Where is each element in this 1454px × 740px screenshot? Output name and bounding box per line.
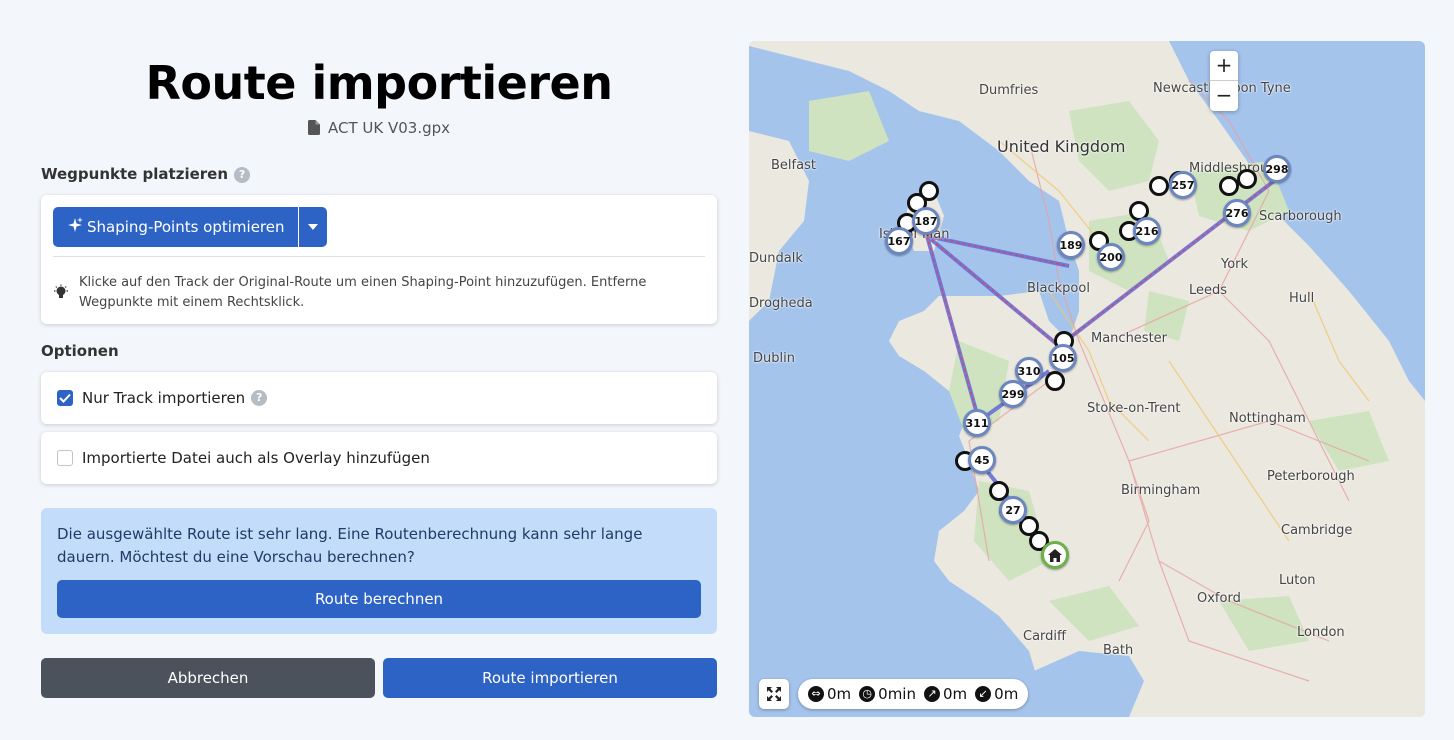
- map-place-label: Hull: [1289, 291, 1315, 306]
- alert-text: Die ausgewählte Route ist sehr lang. Ein…: [57, 525, 643, 566]
- waypoint-marker[interactable]: [1045, 371, 1065, 391]
- option-track-only-row: Nur Track importieren?: [41, 372, 717, 424]
- long-route-alert: Die ausgewählte Route ist sehr lang. Ein…: [41, 508, 717, 634]
- map-place-label: Dumfries: [979, 83, 1039, 98]
- route-map[interactable]: Dumfries Newcastle upon Tyne United King…: [749, 41, 1425, 717]
- descent-stat: ↙ 0m: [975, 685, 1018, 703]
- file-icon: [307, 120, 320, 139]
- map-place-label: Belfast: [771, 158, 816, 173]
- map-place-label: United Kingdom: [997, 137, 1126, 156]
- waypoint-pin[interactable]: 27: [999, 496, 1027, 524]
- zoom-in-button[interactable]: +: [1210, 51, 1238, 81]
- option-overlay-row: Importierte Datei auch als Overlay hinzu…: [41, 432, 717, 484]
- check-icon: [59, 393, 71, 403]
- file-name: ACT UK V03.gpx: [41, 119, 717, 139]
- home-pin[interactable]: [1041, 541, 1069, 569]
- home-icon: [1048, 548, 1062, 562]
- optimize-button-label: Shaping-Points optimieren: [87, 218, 285, 236]
- map-place-label: Luton: [1279, 573, 1316, 588]
- track-only-checkbox[interactable]: [57, 390, 73, 406]
- sparkles-icon: [67, 217, 83, 237]
- optimize-dropdown-button[interactable]: [298, 207, 327, 247]
- ascent-value: 0m: [943, 685, 968, 703]
- map-place-label: Nottingham: [1229, 411, 1306, 426]
- caret-down-icon: [307, 224, 318, 230]
- duration-value: 0min: [878, 685, 916, 703]
- waypoint-pin[interactable]: 167: [885, 227, 913, 255]
- waypoints-label: Wegpunkte platzieren?: [41, 165, 251, 183]
- map-place-label: Oxford: [1197, 591, 1241, 606]
- waypoint-pin[interactable]: 216: [1133, 217, 1161, 245]
- waypoint-pin[interactable]: 276: [1223, 199, 1251, 227]
- optimize-shaping-points-button[interactable]: Shaping-Points optimieren: [53, 207, 298, 247]
- descent-icon: ↙: [975, 686, 992, 702]
- help-icon[interactable]: ?: [251, 390, 268, 406]
- waypoint-pin[interactable]: 105: [1049, 344, 1077, 372]
- descent-value: 0m: [994, 685, 1019, 703]
- map-place-label: Bath: [1103, 643, 1134, 658]
- calculate-route-button[interactable]: Route berechnen: [57, 580, 701, 618]
- waypoints-label-text: Wegpunkte platzieren: [41, 165, 229, 183]
- option-track-only[interactable]: Nur Track importieren?: [41, 372, 717, 424]
- map-place-label: Peterborough: [1267, 469, 1355, 484]
- map-place-label: Leeds: [1189, 283, 1228, 298]
- cancel-button[interactable]: Abbrechen: [41, 658, 375, 698]
- waypoint-pin[interactable]: 200: [1097, 243, 1125, 271]
- waypoints-card: Shaping-Points optimieren Klicke auf den…: [41, 195, 717, 324]
- map-place-label: Newcastle upon Tyne: [1153, 81, 1291, 96]
- optimize-button-group: Shaping-Points optimieren: [53, 207, 327, 247]
- map-place-label: Cambridge: [1281, 523, 1353, 538]
- ascent-stat: ↗ 0m: [924, 685, 967, 703]
- waypoint-pin[interactable]: 298: [1263, 155, 1291, 183]
- overlay-label: Importierte Datei auch als Overlay hinzu…: [82, 449, 430, 467]
- waypoint-marker[interactable]: [1237, 169, 1257, 189]
- overlay-checkbox[interactable]: [57, 450, 73, 466]
- map-place-label: Dublin: [753, 351, 795, 366]
- fullscreen-button[interactable]: [759, 679, 789, 709]
- clock-icon: ◷: [859, 686, 876, 702]
- options-label: Optionen: [41, 342, 119, 360]
- map-place-label: Birmingham: [1121, 483, 1201, 498]
- map-place-label: Drogheda: [749, 296, 813, 311]
- waypoint-pin[interactable]: 187: [912, 207, 940, 235]
- help-icon[interactable]: ?: [234, 167, 251, 183]
- distance-icon: ⇔: [808, 686, 824, 702]
- waypoint-pin[interactable]: 299: [999, 380, 1027, 408]
- option-overlay[interactable]: Importierte Datei auch als Overlay hinzu…: [41, 432, 717, 484]
- page-title: Route importieren: [145, 56, 613, 110]
- duration-stat: ◷ 0min: [859, 685, 916, 703]
- waypoint-pin[interactable]: 45: [968, 446, 996, 474]
- import-route-button[interactable]: Route importieren: [383, 658, 717, 698]
- divider: [53, 256, 705, 257]
- waypoint-marker[interactable]: [1149, 176, 1169, 196]
- track-only-label: Nur Track importieren: [82, 389, 246, 407]
- distance-value: 0m: [827, 685, 852, 703]
- map-place-label: London: [1297, 625, 1345, 640]
- route-stats: ⇔ 0m ◷ 0min ↗ 0m ↙ 0m: [798, 679, 1029, 709]
- zoom-out-button[interactable]: −: [1210, 81, 1238, 111]
- file-name-text: ACT UK V03.gpx: [327, 119, 451, 137]
- waypoint-pin[interactable]: 189: [1057, 231, 1085, 259]
- lightbulb-icon: [54, 284, 68, 298]
- waypoint-pin[interactable]: 311: [963, 409, 991, 437]
- distance-stat: ⇔ 0m: [808, 685, 851, 703]
- map-place-label: Scarborough: [1259, 209, 1342, 224]
- waypoints-hint: Klicke auf den Track der Original-Route …: [79, 275, 647, 310]
- map-place-label: Dundalk: [749, 251, 803, 266]
- map-place-label: Blackpool: [1027, 281, 1090, 296]
- map-place-label: Manchester: [1091, 331, 1168, 346]
- waypoint-pin[interactable]: 257: [1169, 171, 1197, 199]
- waypoint-marker[interactable]: [1219, 176, 1239, 196]
- zoom-control: + −: [1210, 51, 1238, 111]
- map-place-label: Cardiff: [1023, 629, 1066, 644]
- map-place-label: York: [1221, 257, 1249, 272]
- ascent-icon: ↗: [924, 686, 940, 702]
- map-place-label: Stoke-on-Trent: [1087, 401, 1181, 416]
- expand-icon: [767, 687, 781, 701]
